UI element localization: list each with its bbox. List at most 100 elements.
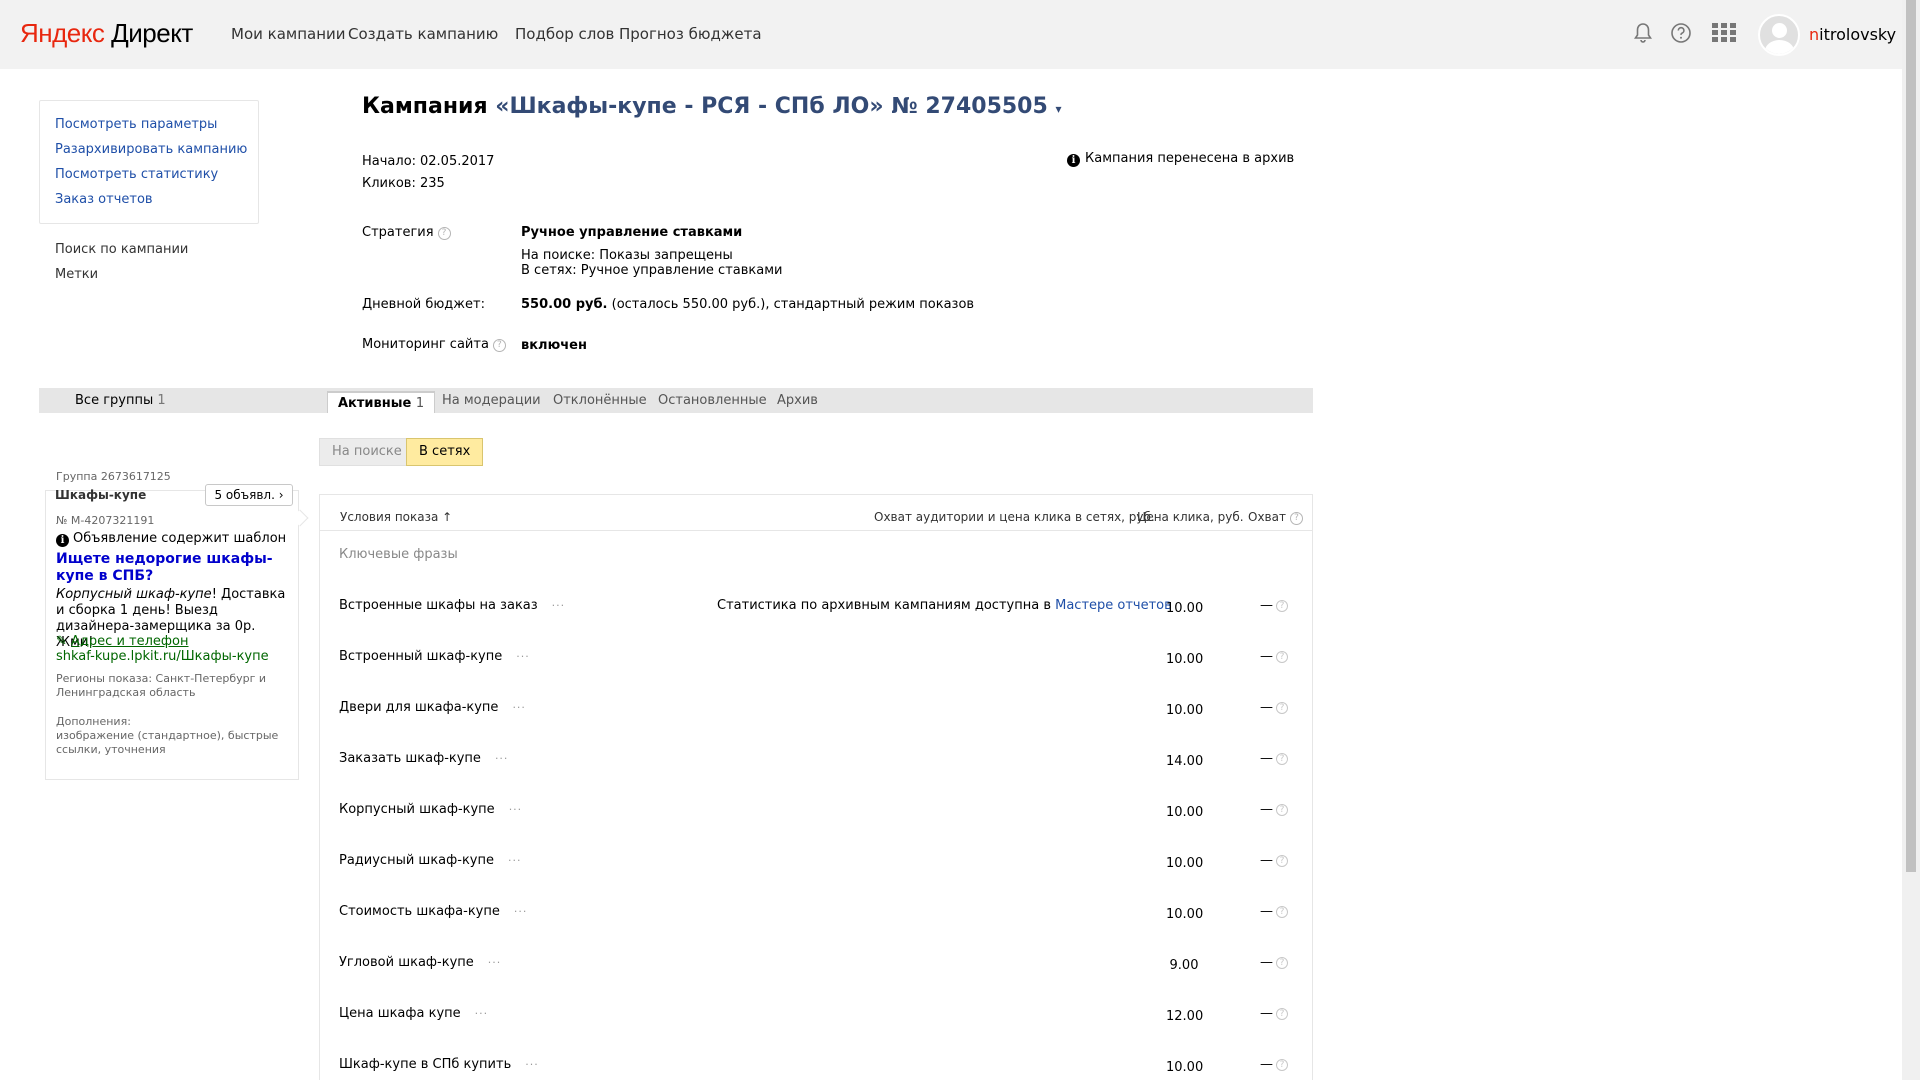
group-id: Группа 2673617125 [56, 470, 171, 483]
regions-text: Регионы показа: Санкт-Петербург и Ленинг… [56, 672, 267, 699]
tab-active[interactable]: Активные 1 [327, 391, 436, 413]
keyword-reach: — [1260, 751, 1273, 766]
reach-help-icon[interactable]: ? [1289, 512, 1303, 525]
tab-all-groups-label: Все группы [75, 393, 154, 408]
more-actions-icon[interactable]: ··· [552, 599, 566, 612]
tab-all-groups-count: 1 [157, 393, 166, 408]
network-toggle-button[interactable]: В сетях [406, 438, 484, 466]
keywords-table: Условия показа ↑ Охват аудитории и цена … [319, 494, 1313, 1080]
keyword-price[interactable]: 10.00 [1166, 601, 1203, 616]
keyword-phrase[interactable]: Встроенные шкафы на заказ ··· [339, 598, 565, 613]
keyword-price[interactable]: 10.00 [1166, 907, 1203, 922]
keyword-phrase[interactable]: Шкаф-купе в СПб купить ··· [339, 1057, 539, 1072]
keyword-phrase-text: Цена шкафа купе [339, 1006, 461, 1021]
ad-body-italic: Корпусный шкаф-купе [56, 587, 212, 602]
search-toggle-button[interactable]: На поиске [319, 438, 415, 466]
more-actions-icon[interactable]: ··· [514, 905, 528, 918]
more-actions-icon[interactable]: ··· [475, 1007, 489, 1020]
reach-help-icon[interactable]: ? [1276, 651, 1288, 663]
more-actions-icon[interactable]: ··· [512, 701, 526, 714]
keyword-phrase-text: Заказать шкаф-купе [339, 751, 481, 766]
keyword-phrase-text: Корпусный шкаф-купе [339, 802, 495, 817]
keyword-phrase[interactable]: Встроенный шкаф-купе ··· [339, 649, 530, 664]
keyword-price[interactable]: 14.00 [1166, 754, 1203, 769]
keyword-price[interactable]: 10.00 [1166, 652, 1203, 667]
reach-help-icon[interactable]: ? [1276, 1008, 1288, 1020]
keyword-price[interactable]: 12.00 [1166, 1009, 1203, 1024]
reach-help-icon[interactable]: ? [1276, 957, 1288, 969]
reach-help-icon[interactable]: ? [1276, 855, 1288, 867]
col-coverage: Охват аудитории и цена клика в сетях, ру… [874, 510, 1155, 524]
reach-help-icon[interactable]: ? [1276, 1059, 1288, 1071]
more-actions-icon[interactable]: ··· [509, 803, 523, 816]
nav-create-campaign[interactable]: Создать кампанию [348, 25, 498, 43]
col-price: Цена клика, руб. [1137, 510, 1244, 524]
ad-headline[interactable]: Ищете недорогие шкафы-купе в СПБ? [56, 551, 288, 585]
more-actions-icon[interactable]: ··· [516, 650, 530, 663]
keyword-reach: — [1260, 904, 1273, 919]
view-parameters-link[interactable]: Посмотреть параметры [55, 117, 217, 132]
more-actions-icon[interactable]: ··· [525, 1058, 539, 1071]
report-master-link[interactable]: Мастере отчетов [1055, 598, 1172, 613]
help-icon[interactable] [1669, 22, 1693, 46]
nav-my-campaigns[interactable]: Мои кампании [231, 25, 346, 43]
apps-grid-icon[interactable] [1712, 22, 1736, 46]
tab-rejected[interactable]: Отклонённые [553, 393, 647, 408]
reach-help-icon[interactable]: ? [1276, 702, 1288, 714]
more-actions-icon[interactable]: ··· [495, 752, 509, 765]
page-scrollbar[interactable] [1902, 0, 1920, 1080]
display-url[interactable]: shkaf-kupe.lpkit.ru/Шкафы-купе [56, 649, 269, 664]
budget-amount: 550.00 руб. [521, 297, 608, 312]
reach-help-icon[interactable]: ? [1276, 600, 1288, 612]
more-actions-icon[interactable]: ··· [508, 854, 522, 867]
group-name[interactable]: Шкафы-купе [55, 488, 146, 502]
col-conditions[interactable]: Условия показа ↑ [340, 510, 452, 524]
bell-icon[interactable] [1631, 22, 1655, 46]
keyword-phrase[interactable]: Корпусный шкаф-купе ··· [339, 802, 522, 817]
address-phone[interactable]: ✎ Адрес и телефон [56, 634, 189, 649]
keyword-price[interactable]: 10.00 [1166, 805, 1203, 820]
scrollbar-thumb[interactable] [1906, 0, 1916, 872]
labels-link[interactable]: Метки [55, 267, 98, 282]
strategy-network: В сетях: Ручное управление ставками [521, 263, 783, 278]
ads-count-button[interactable]: 5 объявл. › [205, 484, 293, 506]
unarchive-campaign-link[interactable]: Разархивировать кампанию [55, 142, 247, 157]
campaign-name: «Шкафы-купе - РСЯ - СПб ЛО» № 27405505 [495, 94, 1048, 119]
more-actions-icon[interactable]: ··· [488, 956, 502, 969]
strategy-help-icon[interactable]: ? [437, 227, 451, 240]
keyword-phrase-text: Двери для шкафа-купе [339, 700, 499, 715]
yandex-direct-logo[interactable]: Яндекс Директ [20, 18, 193, 49]
clicks-label: Кликов: [362, 176, 416, 191]
order-reports-link[interactable]: Заказ отчетов [55, 192, 153, 207]
reach-help-icon[interactable]: ? [1276, 753, 1288, 765]
keyword-phrase[interactable]: Угловой шкаф-купе ··· [339, 955, 501, 970]
keyword-phrase[interactable]: Стоимость шкафа-купе ··· [339, 904, 527, 919]
keyword-phrase[interactable]: Двери для шкафа-купе ··· [339, 700, 526, 715]
strategy-search: На поиске: Показы запрещены [521, 248, 733, 263]
keyword-price[interactable]: 10.00 [1166, 703, 1203, 718]
campaign-menu-caret-icon[interactable]: ▾ [1055, 102, 1061, 116]
campaign-search-link[interactable]: Поиск по кампании [55, 242, 188, 257]
clicks-value: 235 [420, 176, 445, 191]
reach-help-icon[interactable]: ? [1276, 906, 1288, 918]
keyword-phrase[interactable]: Заказать шкаф-купе ··· [339, 751, 508, 766]
keyword-price[interactable]: 10.00 [1166, 856, 1203, 871]
keyword-phrase[interactable]: Радиусный шкаф-купе ··· [339, 853, 522, 868]
tab-moderation[interactable]: На модерации [442, 393, 541, 408]
user-avatar[interactable] [1758, 14, 1800, 56]
nav-keyword-selection[interactable]: Подбор слов [515, 25, 614, 43]
keyword-price[interactable]: 9.00 [1166, 958, 1202, 973]
tab-archive[interactable]: Архив [777, 393, 818, 408]
title-prefix: Кампания [362, 94, 496, 119]
tab-all-groups[interactable]: Все группы 1 [75, 393, 166, 408]
monitoring-help-icon[interactable]: ? [492, 339, 506, 352]
username[interactable]: nitrolovsky [1809, 25, 1896, 44]
reach-help-icon[interactable]: ? [1276, 804, 1288, 816]
strategy-label-text: Стратегия [362, 225, 434, 240]
keyword-price[interactable]: 10.00 [1166, 1060, 1203, 1075]
keyword-phrase[interactable]: Цена шкафа купе ··· [339, 1006, 488, 1021]
view-statistics-link[interactable]: Посмотреть статистику [55, 167, 218, 182]
tab-stopped[interactable]: Остановленные [658, 393, 767, 408]
nav-budget-forecast[interactable]: Прогноз бюджета [619, 25, 762, 43]
keyword-reach: — [1260, 598, 1273, 613]
